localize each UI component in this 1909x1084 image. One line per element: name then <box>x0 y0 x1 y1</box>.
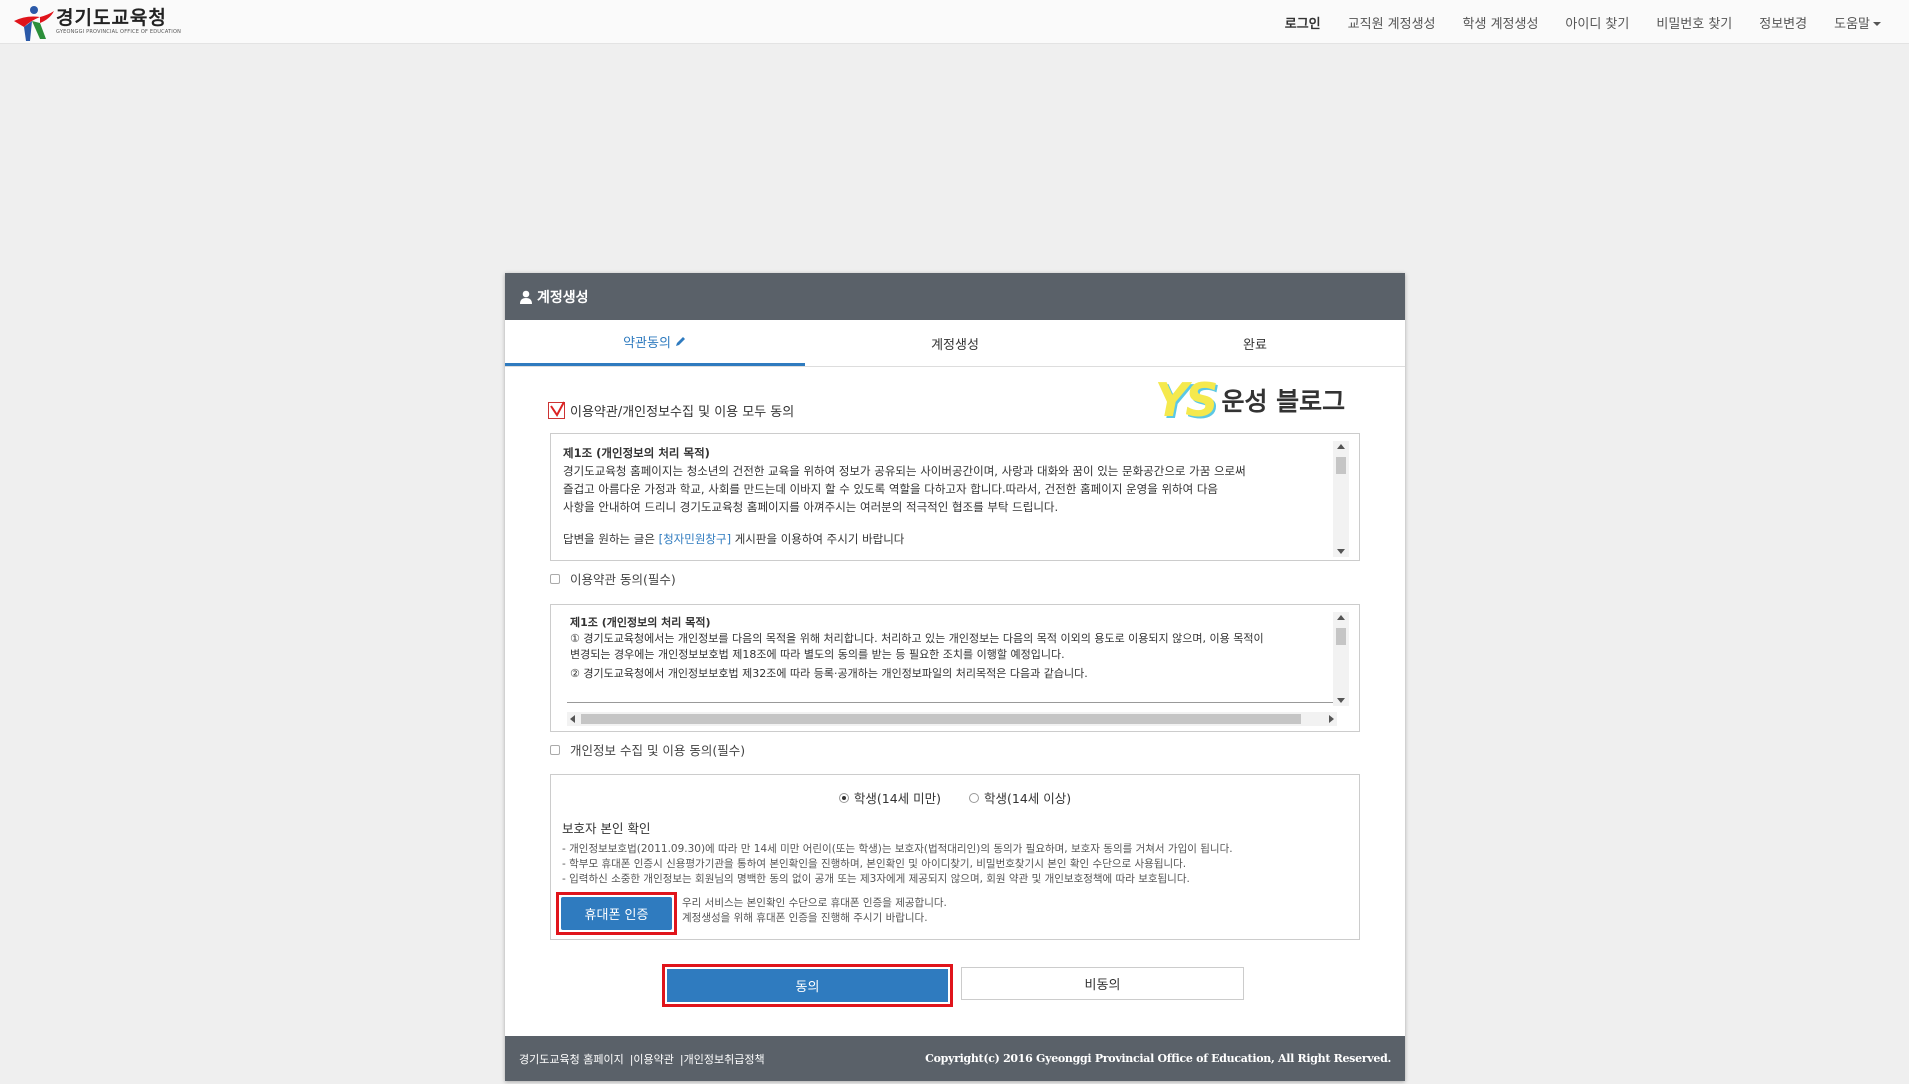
step-terms-label: 약관동의 <box>623 336 671 351</box>
guardian-note: - 입력하신 소중한 개인정보는 회원님의 명백한 동의 없이 공개 또는 제3… <box>562 873 1190 885</box>
phone-msg-line: 계정생성을 위해 휴대폰 인증을 진행해 주시기 바랍니다. <box>682 912 928 924</box>
agree-button[interactable]: 동의 <box>667 969 948 1002</box>
guardian-verify-title: 보호자 본인 확인 <box>562 821 651 836</box>
terms-agree-label: 이용약관 동의(필수) <box>570 572 676 587</box>
terms-of-use-box[interactable]: 제1조 (개인정보의 처리 목적) 경기도교육청 홈페이지는 청소년의 건전한 … <box>550 433 1360 561</box>
logo-title: 경기도교육청 <box>56 7 167 29</box>
nav-help-dropdown[interactable]: 도움말 <box>1834 13 1881 32</box>
scroll-thumb[interactable] <box>1336 628 1346 645</box>
nav-login[interactable]: 로그인 <box>1285 13 1321 32</box>
terms-agree-row[interactable]: 이용약관 동의(필수) <box>550 569 676 588</box>
step-tabs: 약관동의 계정생성 완료 <box>505 320 1405 367</box>
watermark: YS 운성 블로그 <box>1155 373 1345 427</box>
radio-over-14[interactable]: 학생(14세 이상) <box>969 788 1071 807</box>
complaint-link[interactable]: [청자민원창구] <box>659 532 731 546</box>
step-complete: 완료 <box>1243 337 1267 353</box>
watermark-text: 운성 블로그 <box>1221 387 1346 416</box>
scroll-up-icon[interactable] <box>1337 444 1345 449</box>
logo[interactable]: 경기도교육청 GYEONGGI PROVINCIAL OFFICE OF EDU… <box>10 3 181 43</box>
radio-selected-icon[interactable] <box>838 792 849 803</box>
signup-panel: 계정생성 약관동의 계정생성 완료 이용약관/개인정보수집 및 이용 모두 동의… <box>505 273 1405 1081</box>
terms1-line: 사항을 안내하여 드리니 경기도교육청 홈페이지를 아껴주시는 여러분의 적극적… <box>563 500 1059 514</box>
panel-footer: 경기도교육청 홈페이지 |이용약관 |개인정보취급정책 Copyright(c) 2… <box>505 1036 1405 1081</box>
horizontal-scrollbar[interactable] <box>567 712 1337 726</box>
privacy-terms-box[interactable]: 제1조 (개인정보의 처리 목적) ① 경기도교육청에서는 개인정보를 다음의 … <box>550 604 1360 732</box>
scroll-down-icon[interactable] <box>1337 698 1345 703</box>
nav-staff-signup[interactable]: 교직원 계정생성 <box>1348 13 1436 32</box>
scroll-up-icon[interactable] <box>1337 615 1345 620</box>
agree-all-label: 이용약관/개인정보수집 및 이용 모두 동의 <box>570 405 795 420</box>
radio-over-14-label: 학생(14세 이상) <box>984 791 1072 806</box>
terms1-line: 즐겁고 아름다운 가정과 학교, 사회를 만드는데 이바지 할 수 있도록 역할… <box>563 482 1219 496</box>
phone-verify-button[interactable]: 휴대폰 인증 <box>561 897 672 930</box>
terms2-line: ① 경기도교육청에서는 개인정보를 다음의 목적을 위해 처리합니다. 처리하고… <box>570 632 1264 645</box>
terms2-title: 제1조 (개인정보의 처리 목적) <box>570 616 711 629</box>
phone-msg-line: 우리 서비스는 본인확인 수단으로 휴대폰 인증을 제공합니다. <box>682 897 947 909</box>
privacy-agree-label: 개인정보 수집 및 이용 동의(필수) <box>570 743 746 758</box>
scroll-thumb[interactable] <box>581 714 1301 724</box>
terms1-line: 경기도교육청 홈페이지는 청소년의 건전한 교육을 위하여 정보가 공유되는 사… <box>563 464 1246 478</box>
check-icon <box>550 401 565 417</box>
footer-links: 경기도교육청 홈페이지 |이용약관 |개인정보취급정책 <box>519 1051 765 1067</box>
terms2-line: ② 경기도교육청에서 개인정보보호법 제32조에 따라 등록·공개하는 개인정보… <box>570 667 1088 680</box>
scroll-down-icon[interactable] <box>1337 549 1345 554</box>
scroll-right-icon[interactable] <box>1329 715 1334 723</box>
footer-terms-link[interactable]: 이용약관 <box>633 1053 673 1066</box>
panel-header: 계정생성 <box>505 273 1405 320</box>
privacy-agree-checkbox[interactable] <box>550 744 560 755</box>
table-border <box>567 702 1333 703</box>
nav-student-signup[interactable]: 학생 계정생성 <box>1463 13 1539 32</box>
panel-title: 계정생성 <box>537 289 589 306</box>
privacy-agree-row[interactable]: 개인정보 수집 및 이용 동의(필수) <box>550 740 745 759</box>
step-terms: 약관동의 <box>505 320 805 366</box>
agree-highlight: 동의 <box>662 964 953 1007</box>
vertical-scrollbar[interactable] <box>1333 612 1349 706</box>
phone-verify-highlight: 휴대폰 인증 <box>556 892 677 935</box>
nav-help-label: 도움말 <box>1834 16 1870 32</box>
age-radio-group: 학생(14세 미만) 학생(14세 이상) <box>551 788 1359 807</box>
user-icon <box>520 290 532 304</box>
radio-under-14-label: 학생(14세 미만) <box>853 791 941 806</box>
caret-down-icon <box>1873 22 1881 26</box>
radio-icon[interactable] <box>969 792 979 803</box>
logo-emblem-icon <box>14 6 54 41</box>
radio-under-14[interactable]: 학생(14세 미만) <box>838 788 941 807</box>
vertical-scrollbar[interactable] <box>1333 441 1349 557</box>
disagree-button[interactable]: 비동의 <box>961 967 1244 1000</box>
step-create: 계정생성 <box>931 337 979 353</box>
guardian-verify-box: 학생(14세 미만) 학생(14세 이상) 보호자 본인 확인 - 개인정보보호… <box>550 774 1360 940</box>
terms1-text: 답변을 원하는 글은 <box>563 532 659 546</box>
terms-agree-checkbox[interactable] <box>550 573 560 584</box>
pencil-icon <box>675 337 685 346</box>
nav-find-password[interactable]: 비밀번호 찾기 <box>1656 13 1732 32</box>
terms1-text: 게시판을 이용하여 주시기 바랍니다 <box>731 532 905 546</box>
top-menu: 로그인 교직원 계정생성 학생 계정생성 아이디 찾기 비밀번호 찾기 정보변경… <box>1258 0 1881 44</box>
guardian-note: - 개인정보보호법(2011.09.30)에 따라 만 14세 미만 어린이(또… <box>562 843 1233 855</box>
agree-all-row[interactable]: 이용약관/개인정보수집 및 이용 모두 동의 <box>548 401 794 420</box>
agree-all-checkbox[interactable] <box>548 401 565 419</box>
terms2-line: 변경되는 경우에는 개인정보보호법 제18조에 따라 별도의 동의를 받는 등 … <box>570 648 1065 661</box>
footer-homepage-link[interactable]: 경기도교육청 홈페이지 <box>519 1053 624 1066</box>
terms1-title: 제1조 (개인정보의 처리 목적) <box>563 446 710 460</box>
phone-verify-message: 우리 서비스는 본인확인 수단으로 휴대폰 인증을 제공합니다. 계정생성을 위… <box>682 896 947 926</box>
watermark-ys: YS <box>1155 373 1218 427</box>
scroll-left-icon[interactable] <box>570 715 575 723</box>
guardian-note: - 학부모 휴대폰 인증시 신용평가기관을 통하여 본인확인을 진행하며, 본인… <box>562 858 1187 870</box>
copyright: Copyright(c) 2016 Gyeonggi Provincial Of… <box>925 1052 1391 1065</box>
nav-find-id[interactable]: 아이디 찾기 <box>1565 13 1629 32</box>
terms1-line: 답변을 원하는 글은 [청자민원창구] 게시판을 이용하여 주시기 바랍니다 <box>563 530 1335 548</box>
footer-privacy-link[interactable]: 개인정보취급정책 <box>684 1053 765 1066</box>
logo-subtitle: GYEONGGI PROVINCIAL OFFICE OF EDUCATION <box>56 29 182 35</box>
top-navbar: 경기도교육청 GYEONGGI PROVINCIAL OFFICE OF EDU… <box>0 0 1909 44</box>
scroll-thumb[interactable] <box>1336 457 1346 474</box>
guardian-notes: - 개인정보보호법(2011.09.30)에 따라 만 14세 미만 어린이(또… <box>562 842 1233 887</box>
nav-edit-info[interactable]: 정보변경 <box>1759 13 1807 32</box>
